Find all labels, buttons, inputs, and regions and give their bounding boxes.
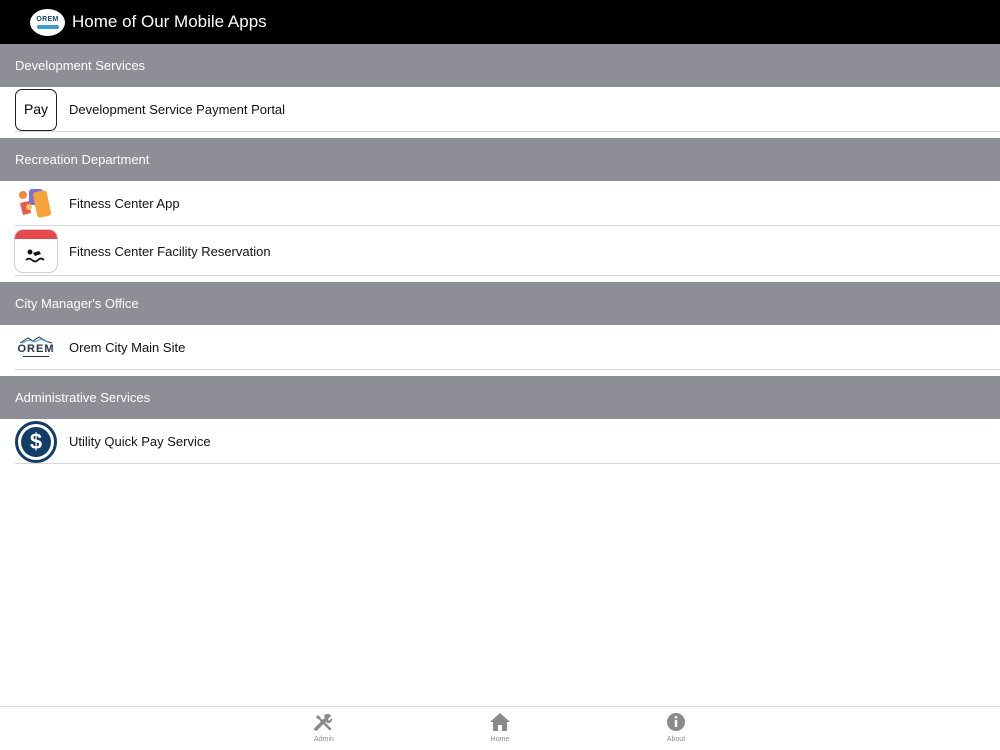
list-item-label: Orem City Main Site — [69, 340, 186, 355]
tab-admin[interactable]: Admin — [304, 711, 344, 743]
tools-icon — [313, 711, 335, 733]
list-item-label: Fitness Center App — [69, 196, 180, 211]
apple-pay-icon: Pay — [15, 88, 57, 131]
tab-label: About — [666, 736, 686, 743]
app-list: Development Services Pay Development Ser… — [0, 44, 1000, 464]
section-header-city-managers-office: City Manager's Office — [0, 282, 1000, 325]
tab-home[interactable]: Home — [480, 711, 520, 743]
section-header-recreation-department: Recreation Department — [0, 138, 1000, 181]
list-item-orem-city-main-site[interactable]: OREM Orem City Main Site — [0, 325, 1000, 370]
page-title: Home of Our Mobile Apps — [72, 12, 267, 31]
calendar-swim-icon — [15, 230, 57, 272]
section-header-administrative-services: Administrative Services — [0, 376, 1000, 419]
fitness-icon — [15, 183, 57, 225]
top-navigation-bar: OREM Home of Our Mobile Apps — [0, 0, 1000, 44]
tab-label: Home — [490, 736, 510, 743]
dollar-icon: $ — [15, 420, 57, 463]
bottom-tab-bar: Admin Home About — [0, 706, 1000, 750]
home-icon — [489, 711, 511, 733]
tab-label: Admin — [314, 736, 334, 743]
list-item-label: Development Service Payment Portal — [69, 102, 286, 117]
orem-logo-icon: OREM — [30, 8, 65, 36]
list-item-development-payment-portal[interactable]: Pay Development Service Payment Portal — [0, 87, 1000, 132]
list-item-label: Utility Quick Pay Service — [69, 434, 211, 449]
list-item-facility-reservation[interactable]: Fitness Center Facility Reservation — [0, 226, 1000, 276]
tab-about[interactable]: About — [656, 711, 696, 743]
orem-logo-icon: OREM — [15, 327, 57, 369]
list-item-fitness-center-app[interactable]: Fitness Center App — [0, 181, 1000, 226]
section-header-development-services: Development Services — [0, 44, 1000, 87]
list-item-utility-quick-pay[interactable]: $ Utility Quick Pay Service — [0, 419, 1000, 464]
info-icon — [665, 711, 687, 733]
list-item-label: Fitness Center Facility Reservation — [69, 243, 271, 259]
